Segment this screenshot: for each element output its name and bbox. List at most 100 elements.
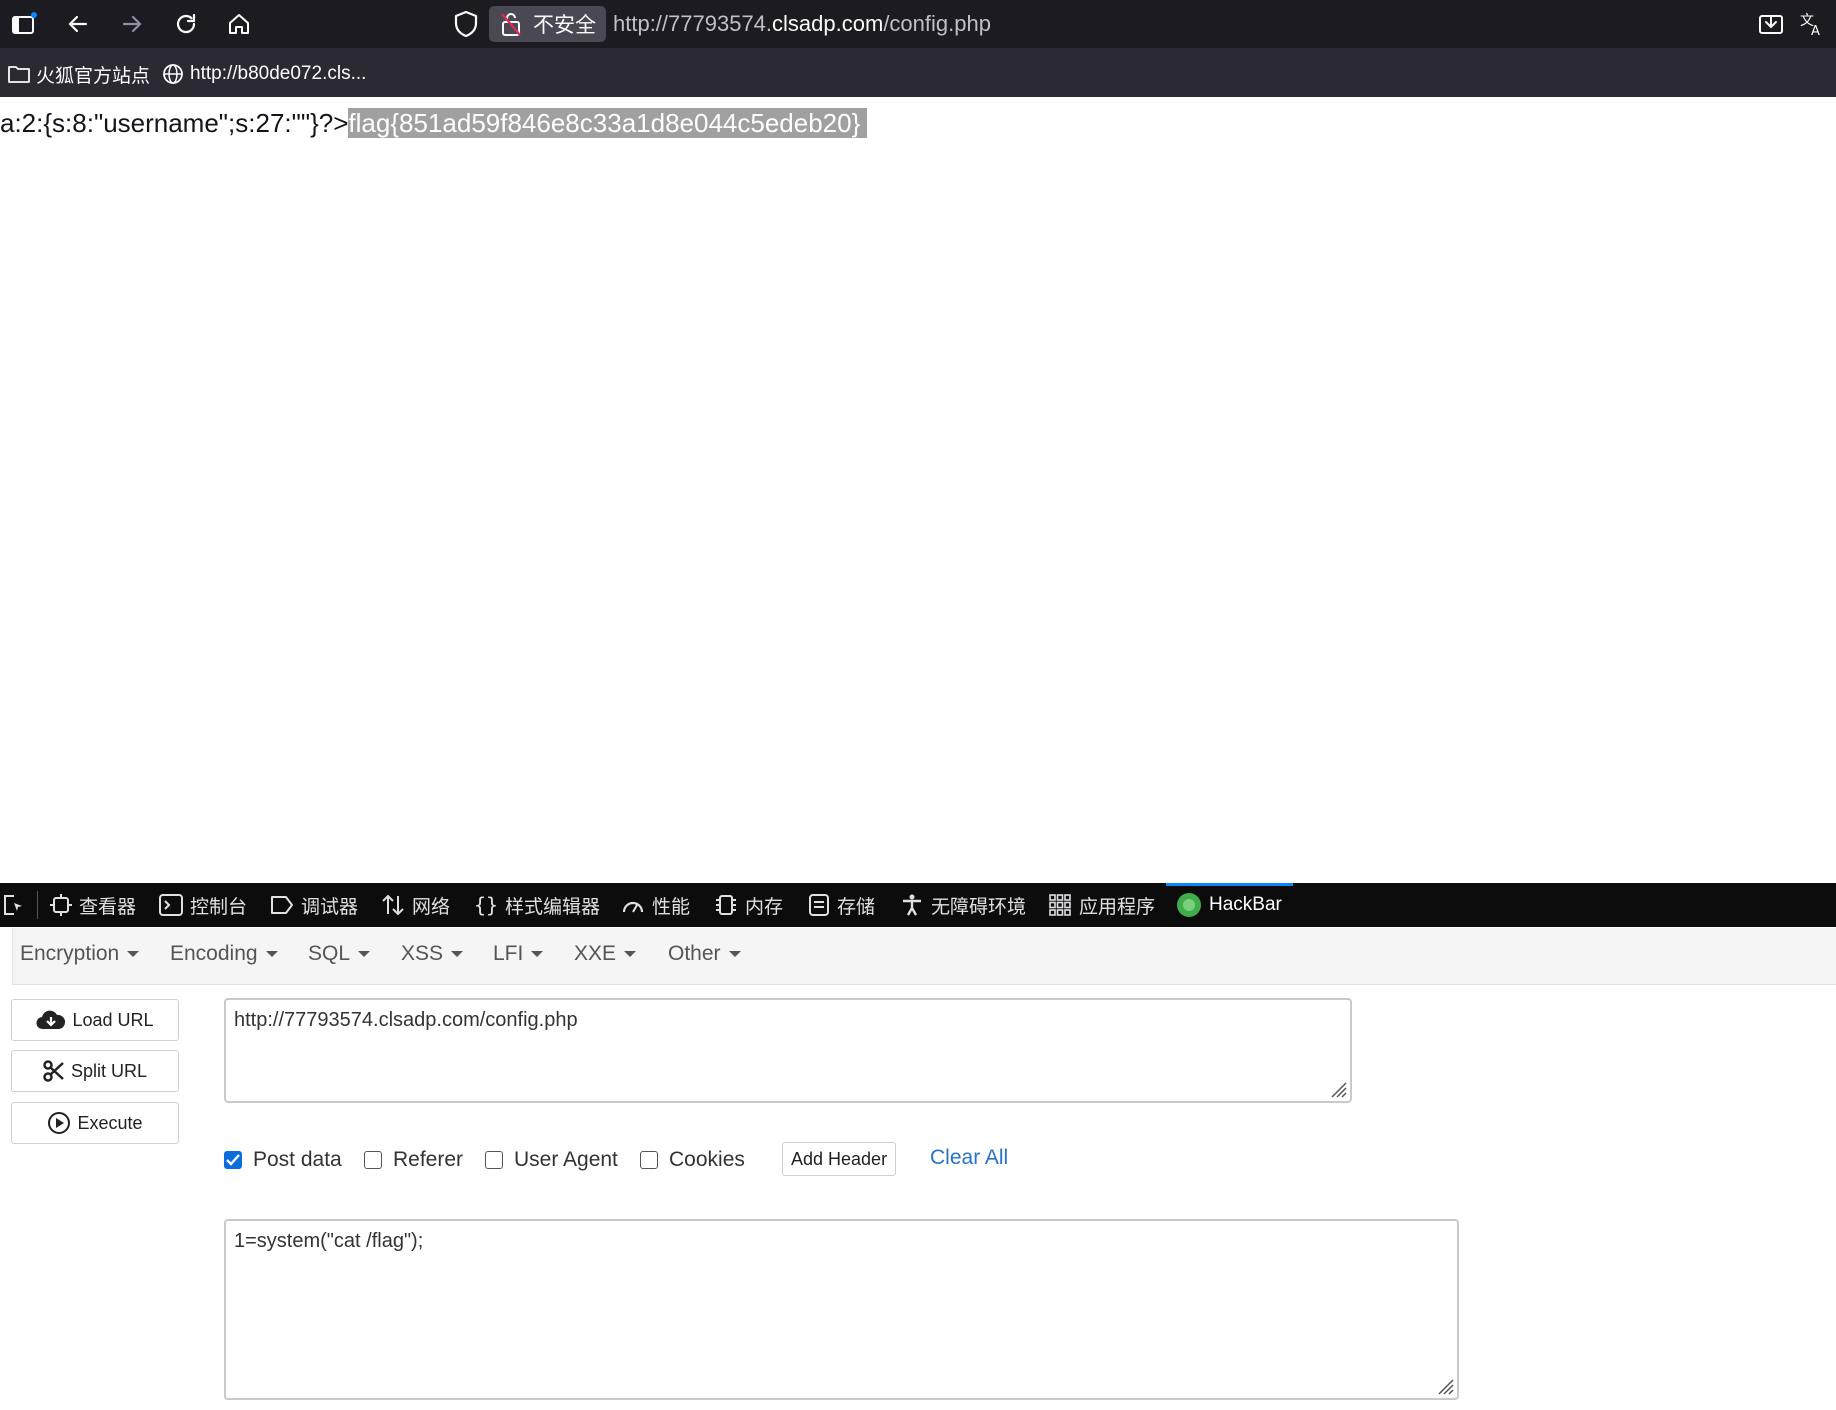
- tab-network[interactable]: 网络: [381, 883, 450, 927]
- home-icon[interactable]: [225, 10, 253, 38]
- tab-application[interactable]: 应用程序: [1048, 883, 1155, 927]
- url-bar[interactable]: 不安全 http://77793574.clsadp.com/config.ph…: [443, 2, 1748, 46]
- tab-label: 网络: [412, 896, 451, 918]
- scissors-icon: [43, 1060, 64, 1082]
- reload-icon[interactable]: [172, 10, 200, 38]
- checkbox-checked-icon[interactable]: [224, 1151, 242, 1169]
- tab-storage[interactable]: 存储: [808, 883, 875, 927]
- page-output: a:2:{s:8:"username";s:27:""}?>flag{851ad…: [0, 108, 868, 139]
- serialized-output: a:2:{s:8:"username";s:27:""}?>: [0, 108, 349, 138]
- caret-down-icon: [624, 951, 637, 958]
- tab-console[interactable]: 控制台: [159, 883, 247, 927]
- url-text[interactable]: http://77793574.clsadp.com/config.php: [613, 2, 991, 46]
- globe-icon: [163, 64, 183, 84]
- tab-overview-icon[interactable]: [10, 10, 38, 38]
- bookmark-label: http://b80de072.cls...: [190, 63, 367, 84]
- menu-encoding[interactable]: Encoding: [170, 942, 278, 966]
- checkbox-unchecked-icon[interactable]: [364, 1151, 382, 1169]
- caret-down-icon: [265, 951, 278, 958]
- tab-divider: [37, 891, 38, 919]
- resize-grip-icon[interactable]: [1433, 1374, 1455, 1396]
- user-agent-checkbox[interactable]: User Agent: [485, 1148, 618, 1172]
- execute-button[interactable]: Execute: [11, 1102, 179, 1144]
- translate-icon[interactable]: 文A: [1798, 10, 1826, 38]
- play-circle-icon: [48, 1112, 71, 1134]
- menu-encryption[interactable]: Encryption: [20, 942, 140, 966]
- resize-grip-icon[interactable]: [1326, 1077, 1348, 1099]
- flag-text-selected[interactable]: flag{851ad59f846e8c33a1d8e044c5edeb20}: [348, 108, 868, 138]
- gauge-icon: [622, 901, 644, 913]
- tab-label: 应用程序: [1079, 896, 1156, 918]
- post-data-textarea[interactable]: 1=system("cat /flag");: [224, 1219, 1459, 1400]
- menu-other[interactable]: Other: [668, 942, 741, 966]
- app-grid-icon: [1049, 894, 1071, 916]
- insecure-label: 不安全: [533, 14, 596, 37]
- tab-label: 控制台: [190, 896, 248, 918]
- button-label: Split URL: [70, 1060, 148, 1081]
- menu-label: Other: [668, 942, 721, 965]
- folder-icon: [8, 66, 30, 83]
- svg-text:{}: {}: [474, 893, 498, 917]
- downloads-icon[interactable]: [1757, 10, 1785, 38]
- console-icon: [159, 894, 183, 916]
- post-data-checkbox[interactable]: Post data: [224, 1148, 342, 1172]
- url-textarea-value: http://77793574.clsadp.com/config.php: [234, 1009, 578, 1031]
- tab-label: 查看器: [79, 896, 137, 918]
- load-url-button[interactable]: Load URL: [11, 999, 179, 1041]
- caret-down-icon: [451, 951, 464, 958]
- bookmark-firefox-site[interactable]: 火狐官方站点: [8, 58, 150, 90]
- back-arrow-icon[interactable]: [64, 10, 92, 38]
- tab-label: 样式编辑器: [505, 896, 601, 918]
- bookmark-b80de072[interactable]: http://b80de072.cls...: [162, 58, 366, 90]
- devtools-tab-bar: 查看器 控制台 调试器 网络 {} 样式编辑器 性能 内存 存储 无障碍环境 应…: [0, 883, 1836, 927]
- inspector-icon: [50, 894, 72, 916]
- tab-label: 性能: [652, 896, 691, 918]
- menu-xxe[interactable]: XXE: [574, 942, 637, 966]
- caret-down-icon: [728, 951, 741, 958]
- tab-label: HackBar: [1209, 894, 1282, 915]
- post-data-value: 1=system("cat /flag");: [234, 1230, 424, 1252]
- bookmark-label: 火狐官方站点: [36, 65, 151, 87]
- tab-inspector[interactable]: 查看器: [50, 883, 136, 927]
- button-label: Load URL: [72, 1009, 154, 1030]
- menu-lfi[interactable]: LFI: [493, 942, 544, 966]
- insecure-lock-icon: [499, 11, 523, 43]
- tab-hackbar[interactable]: HackBar: [1177, 883, 1282, 927]
- url-textarea[interactable]: http://77793574.clsadp.com/config.php: [224, 998, 1352, 1103]
- tab-performance[interactable]: 性能: [621, 883, 690, 927]
- url-prefix: http://77793574.: [613, 11, 773, 36]
- cookies-checkbox[interactable]: Cookies: [640, 1148, 745, 1172]
- hackbar-menu-bar: Encryption Encoding SQL XSS LFI XXE Othe…: [12, 928, 1836, 985]
- tab-memory[interactable]: 内存: [714, 883, 783, 927]
- menu-label: XXE: [574, 942, 617, 965]
- url-path: /config.php: [883, 11, 991, 36]
- checkbox-label: Cookies: [669, 1148, 745, 1171]
- forward-arrow-icon[interactable]: [118, 10, 146, 38]
- tab-label: 存储: [837, 896, 876, 918]
- tab-label: 无障碍环境: [931, 896, 1027, 918]
- add-header-button[interactable]: Add Header: [782, 1142, 897, 1176]
- checkbox-unchecked-icon[interactable]: [640, 1151, 658, 1169]
- referer-checkbox[interactable]: Referer: [364, 1148, 463, 1172]
- tab-label: 内存: [745, 896, 784, 918]
- checkbox-label: Post data: [253, 1148, 342, 1171]
- debugger-icon: [271, 896, 293, 914]
- browser-toolbar: 不安全 http://77793574.clsadp.com/config.ph…: [0, 0, 1836, 48]
- cloud-download-icon: [36, 1010, 66, 1030]
- tab-label: 调试器: [301, 896, 359, 918]
- clear-all-link[interactable]: Clear All: [930, 1146, 1008, 1170]
- menu-sql[interactable]: SQL: [308, 942, 371, 966]
- checkbox-unchecked-icon[interactable]: [485, 1151, 503, 1169]
- menu-xss[interactable]: XSS: [401, 942, 464, 966]
- element-picker-button[interactable]: [2, 883, 33, 927]
- tab-debugger[interactable]: 调试器: [270, 883, 358, 927]
- split-url-button[interactable]: Split URL: [11, 1050, 179, 1092]
- element-picker-icon: [4, 895, 22, 915]
- tracking-shield-icon[interactable]: [453, 10, 481, 38]
- tab-accessibility[interactable]: 无障碍环境: [900, 883, 1026, 927]
- menu-label: LFI: [493, 942, 524, 965]
- insecure-connection-badge[interactable]: 不安全: [489, 6, 606, 42]
- braces-icon: {}: [474, 893, 498, 917]
- menu-label: XSS: [401, 942, 444, 965]
- tab-style-editor[interactable]: {} 样式编辑器: [474, 883, 600, 927]
